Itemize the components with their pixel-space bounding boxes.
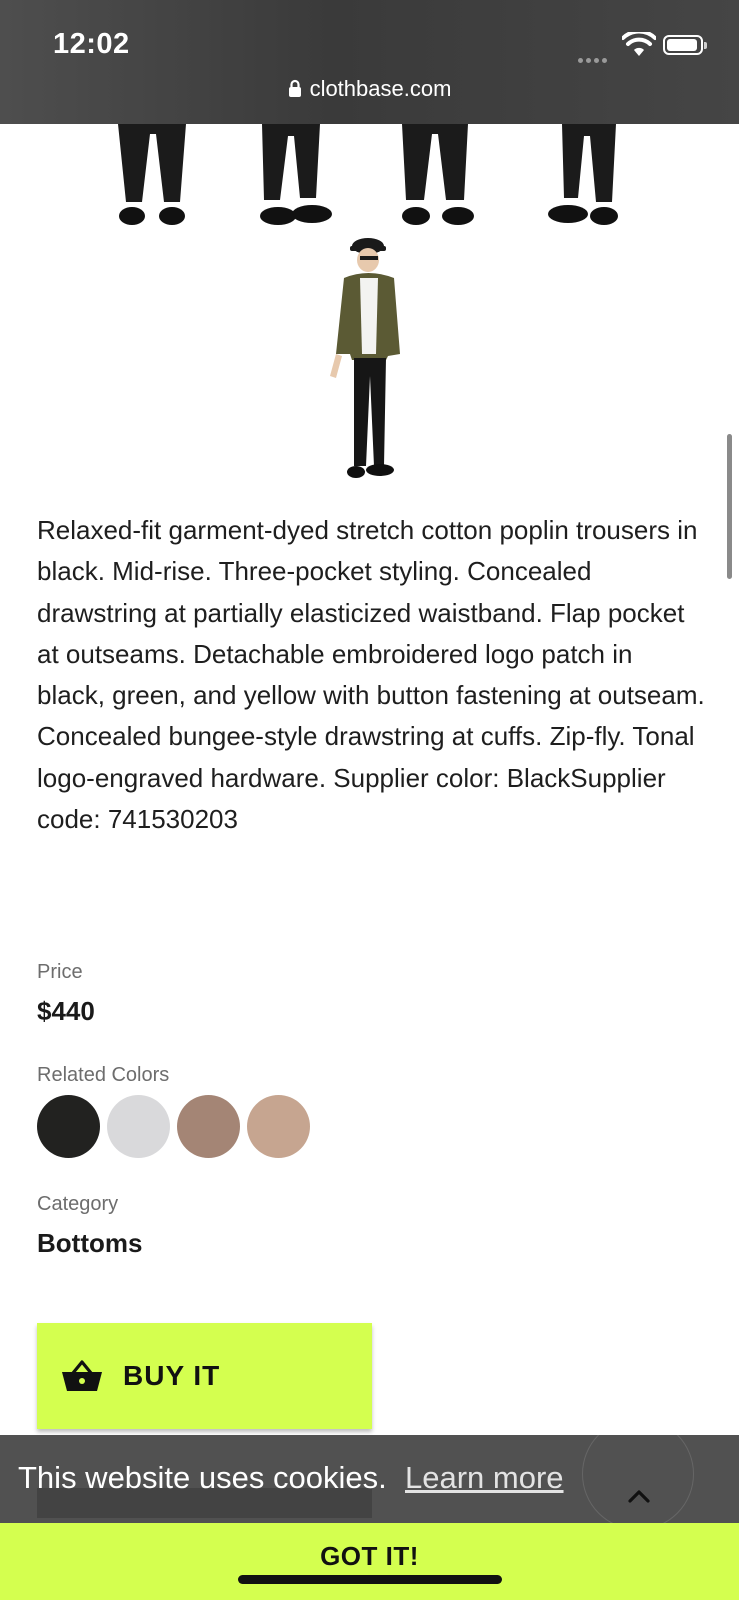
category-value: Bottoms (37, 1228, 143, 1258)
battery-icon (663, 35, 707, 55)
related-colors-label: Related Colors (37, 1064, 170, 1086)
address-bar[interactable]: clothbase.com (0, 76, 739, 102)
product-description: Relaxed-fit garment-dyed stretch cotton … (37, 515, 705, 835)
price-label: Price (37, 961, 83, 983)
wifi-icon (622, 32, 656, 56)
color-swatch-black[interactable] (37, 1095, 100, 1158)
color-swatch-brown[interactable] (177, 1095, 240, 1158)
basket-icon (62, 1360, 102, 1391)
chevron-up-icon (628, 1490, 650, 1503)
scrollbar[interactable] (727, 434, 732, 579)
color-swatch-light-grey[interactable] (107, 1095, 170, 1158)
buy-button[interactable]: BUY IT (37, 1323, 372, 1429)
signal-icon (578, 50, 610, 68)
lock-icon (288, 79, 301, 97)
accept-cookies-label: GOT IT! (320, 1541, 419, 1571)
product-image-front[interactable] (108, 124, 198, 234)
cookie-message: This website uses cookies. (18, 1460, 387, 1495)
category-label: Category (37, 1193, 119, 1215)
learn-more-link[interactable]: Learn more (405, 1460, 564, 1496)
buy-button-label: BUY IT (123, 1360, 221, 1391)
back-to-top-button[interactable] (582, 1418, 694, 1530)
color-swatch-tan[interactable] (247, 1095, 310, 1158)
price-value: $440 (37, 996, 95, 1026)
page-url: clothbase.com (309, 76, 452, 101)
product-image-model[interactable] (322, 236, 417, 488)
status-time: 12:02 (53, 28, 130, 60)
product-image-other-side[interactable] (542, 124, 632, 234)
home-indicator (238, 1575, 502, 1584)
product-image-back[interactable] (392, 124, 482, 234)
status-bar: 12:02 clothbase.com (0, 0, 739, 124)
accept-cookies-button[interactable]: GOT IT! (0, 1523, 739, 1600)
product-image-side[interactable] (250, 124, 340, 234)
